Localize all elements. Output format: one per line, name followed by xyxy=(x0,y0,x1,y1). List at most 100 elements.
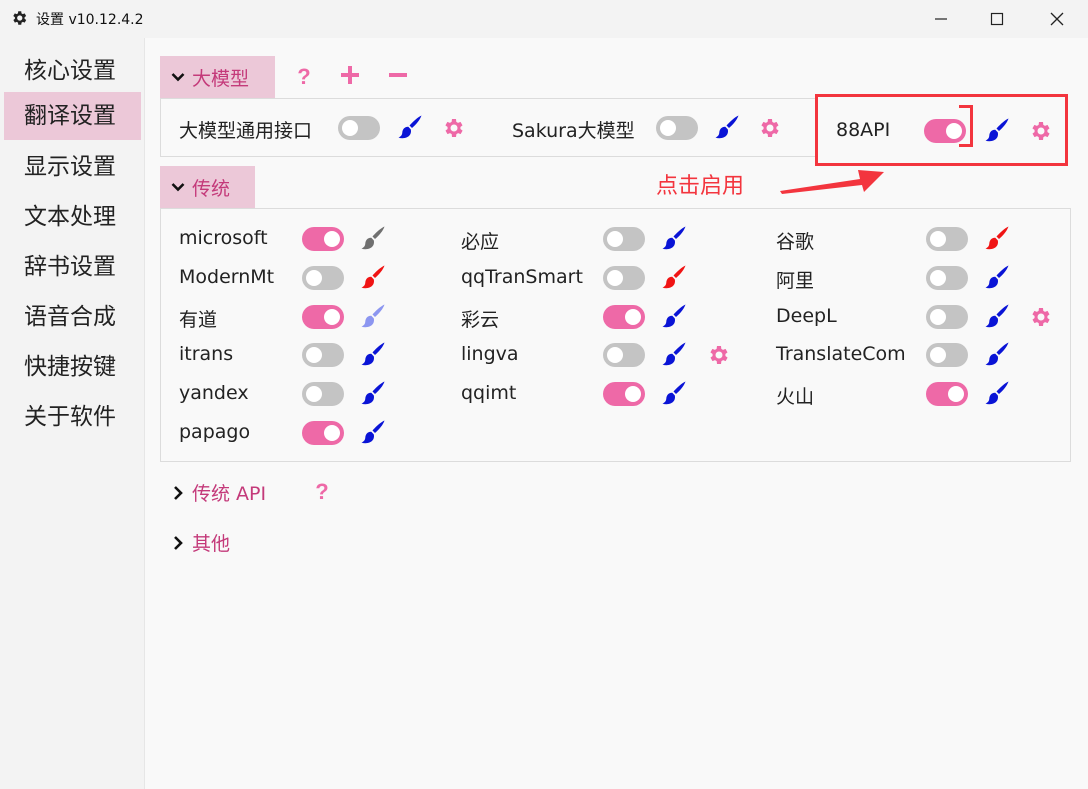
close-button[interactable] xyxy=(1034,0,1080,38)
traditional-section-header[interactable]: 传统 xyxy=(160,166,255,208)
chevron-right-icon xyxy=(172,535,184,551)
brush-icon[interactable] xyxy=(359,302,387,330)
plus-icon xyxy=(341,66,359,84)
traditional-section-title: 传统 xyxy=(192,177,231,200)
remove-button[interactable] xyxy=(386,63,410,87)
brush-icon[interactable] xyxy=(359,263,387,291)
svg-text:?: ? xyxy=(315,480,328,502)
service-microsoft-toggle[interactable] xyxy=(302,227,344,251)
service-item-toggle[interactable] xyxy=(926,227,968,251)
service-translatecom-toggle[interactable] xyxy=(926,343,968,367)
service-item-toggle[interactable] xyxy=(302,305,344,329)
brush-icon[interactable] xyxy=(660,340,688,368)
toggle-knob xyxy=(306,270,322,286)
brush-icon[interactable] xyxy=(660,302,688,330)
service-deepl-toggle[interactable] xyxy=(926,305,968,329)
service-qqtransmart-toggle[interactable] xyxy=(603,266,645,290)
llm-section-title: 大模型 xyxy=(192,67,250,90)
service-item-label: 阿里 xyxy=(776,270,815,292)
llm-item-toggle[interactable] xyxy=(338,116,380,140)
toggle-knob xyxy=(607,347,623,363)
toggle-knob xyxy=(930,347,946,363)
brush-icon[interactable] xyxy=(983,340,1011,368)
title-bar: 设置 v10.12.4.2 xyxy=(0,0,1088,38)
minimize-icon xyxy=(935,18,947,20)
brush-icon[interactable] xyxy=(359,340,387,368)
brush-icon[interactable] xyxy=(983,379,1011,407)
sidebar-item-about[interactable]: 关于软件 xyxy=(4,393,141,441)
service-yandex-label: yandex xyxy=(179,382,249,404)
sidebar-item-tts[interactable]: 语音合成 xyxy=(4,293,141,341)
toggle-knob xyxy=(948,386,964,402)
gear-icon[interactable] xyxy=(757,116,781,140)
traditional-api-section-header[interactable]: 传统 API xyxy=(172,479,266,506)
service-papago-label: papago xyxy=(179,421,251,443)
annotation-text: 点击启用 xyxy=(656,174,745,199)
service-itrans-label: itrans xyxy=(179,343,234,365)
service-itrans-toggle[interactable] xyxy=(302,343,344,367)
service-item-toggle[interactable] xyxy=(603,305,645,329)
toggle-knob xyxy=(306,347,322,363)
service-translatecom-label: TranslateCom xyxy=(776,343,906,365)
maximize-icon xyxy=(990,12,1004,26)
brush-icon[interactable] xyxy=(983,224,1011,252)
service-modernmt-toggle[interactable] xyxy=(302,266,344,290)
sidebar-item-text-processing[interactable]: 文本处理 xyxy=(4,193,141,241)
toggle-knob xyxy=(930,231,946,247)
add-button[interactable] xyxy=(338,63,362,87)
other-section-header[interactable]: 其他 xyxy=(172,529,230,556)
service-lingva-toggle[interactable] xyxy=(603,343,645,367)
minimize-button[interactable] xyxy=(918,0,964,38)
toggle-knob xyxy=(660,120,676,136)
llm-item-label: 大模型通用接口 xyxy=(179,120,313,142)
llm-sakura-label: Sakura大模型 xyxy=(512,120,635,142)
toggle-knob xyxy=(306,386,322,402)
traditional-api-help-button[interactable]: ? xyxy=(310,479,334,503)
brush-icon[interactable] xyxy=(359,418,387,446)
brush-icon[interactable] xyxy=(660,263,688,291)
help-icon: ? xyxy=(315,480,328,502)
toggle-knob xyxy=(324,231,340,247)
service-papago-toggle[interactable] xyxy=(302,421,344,445)
svg-text:?: ? xyxy=(297,65,310,87)
brush-icon[interactable] xyxy=(396,113,424,141)
sidebar-item-dictionary[interactable]: 辞书设置 xyxy=(4,243,141,291)
brush-icon[interactable] xyxy=(713,113,741,141)
gear-icon[interactable] xyxy=(1028,119,1052,143)
service-qqimt-label: qqimt xyxy=(461,382,517,404)
maximize-button[interactable] xyxy=(974,0,1020,38)
gear-icon[interactable] xyxy=(1028,305,1052,329)
help-button[interactable]: ? xyxy=(292,64,316,88)
toggle-knob xyxy=(607,270,623,286)
toggle-knob xyxy=(342,120,358,136)
traditional-api-section-title: 传统 API xyxy=(192,483,267,505)
service-item-toggle[interactable] xyxy=(603,227,645,251)
toggle-knob xyxy=(625,386,641,402)
sidebar-item-display[interactable]: 显示设置 xyxy=(4,143,141,191)
service-item-toggle[interactable] xyxy=(926,266,968,290)
brush-icon[interactable] xyxy=(983,263,1011,291)
service-item-toggle[interactable] xyxy=(926,382,968,406)
toggle-knob xyxy=(324,425,340,441)
brush-icon[interactable] xyxy=(660,224,688,252)
brush-icon[interactable] xyxy=(660,379,688,407)
brush-icon[interactable] xyxy=(983,116,1011,144)
chevron-right-icon xyxy=(172,485,184,501)
gear-icon[interactable] xyxy=(706,343,730,367)
llm-section-header[interactable]: 大模型 xyxy=(160,56,275,98)
service-item-label: 谷歌 xyxy=(776,231,815,253)
service-item-label: 火山 xyxy=(776,386,815,408)
service-qqimt-toggle[interactable] xyxy=(603,382,645,406)
brush-icon[interactable] xyxy=(983,302,1011,330)
brush-icon[interactable] xyxy=(359,379,387,407)
toggle-knob xyxy=(625,309,641,325)
gear-icon[interactable] xyxy=(441,116,465,140)
llm-sakura-toggle[interactable] xyxy=(656,116,698,140)
sidebar-item-hotkeys[interactable]: 快捷按键 xyxy=(4,343,141,391)
sidebar-item-core[interactable]: 核心设置 xyxy=(4,47,141,95)
chevron-down-icon xyxy=(170,179,186,195)
brush-icon[interactable] xyxy=(359,224,387,252)
toggle-knob xyxy=(930,309,946,325)
service-yandex-toggle[interactable] xyxy=(302,382,344,406)
sidebar-item-translation[interactable]: 翻译设置 xyxy=(4,92,141,140)
